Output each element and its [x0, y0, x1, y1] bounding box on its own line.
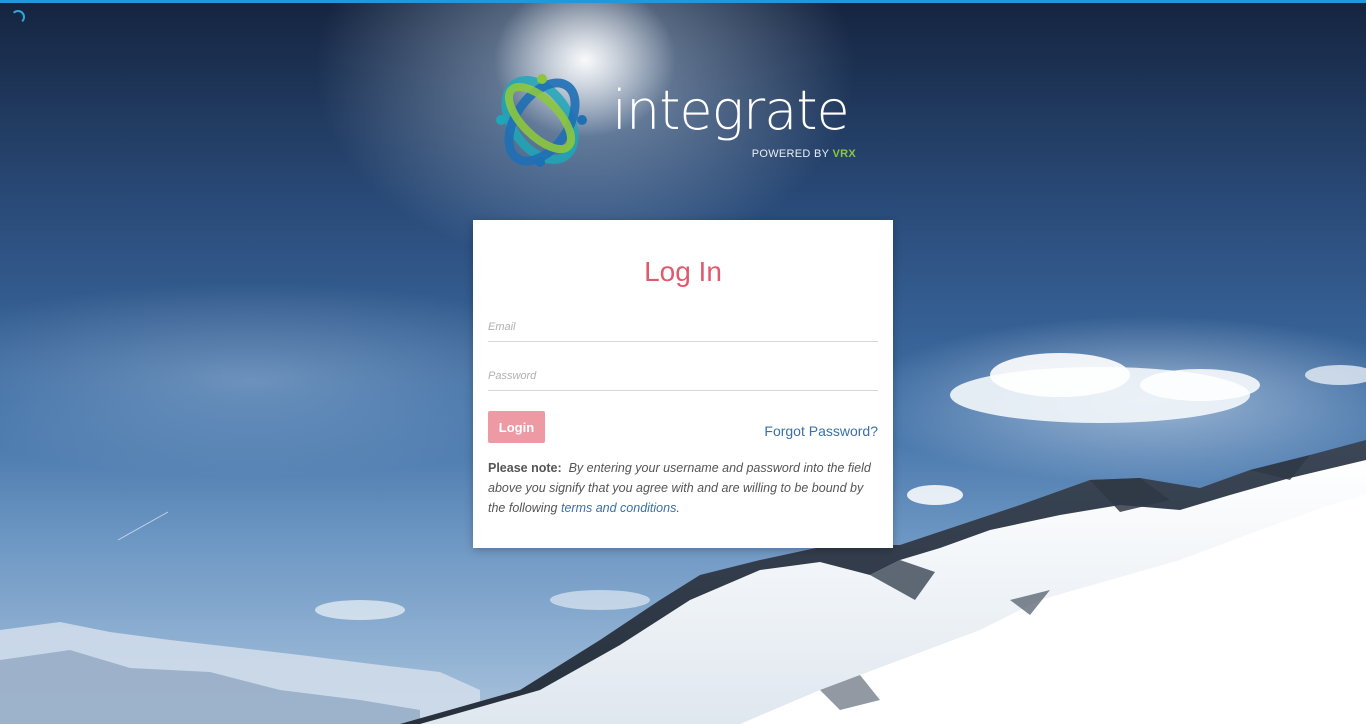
- login-button[interactable]: Login: [488, 411, 545, 443]
- loading-bar: [0, 0, 1366, 3]
- integrate-logo-icon: [496, 74, 587, 167]
- logo-wordmark: integrate: [612, 79, 850, 142]
- note-label: Please note:: [488, 461, 562, 475]
- powered-by-prefix: POWERED BY: [751, 148, 830, 160]
- login-card: Log In Login Forgot Password? Please not…: [473, 220, 893, 548]
- powered-by-label: POWERED BY VRX: [752, 148, 856, 160]
- loading-spinner-icon: [11, 10, 25, 24]
- password-input[interactable]: [488, 362, 878, 391]
- terms-note: Please note: By entering your username a…: [488, 458, 880, 518]
- note-end: .: [676, 501, 680, 515]
- login-title: Log In: [644, 256, 722, 287]
- forgot-password-link[interactable]: Forgot Password?: [764, 423, 878, 439]
- email-input[interactable]: [488, 313, 878, 342]
- app-logo: integrate POWERED BY VRX: [492, 70, 862, 175]
- terms-link[interactable]: terms and conditions: [561, 501, 676, 515]
- powered-by-brand: VRX: [832, 148, 856, 160]
